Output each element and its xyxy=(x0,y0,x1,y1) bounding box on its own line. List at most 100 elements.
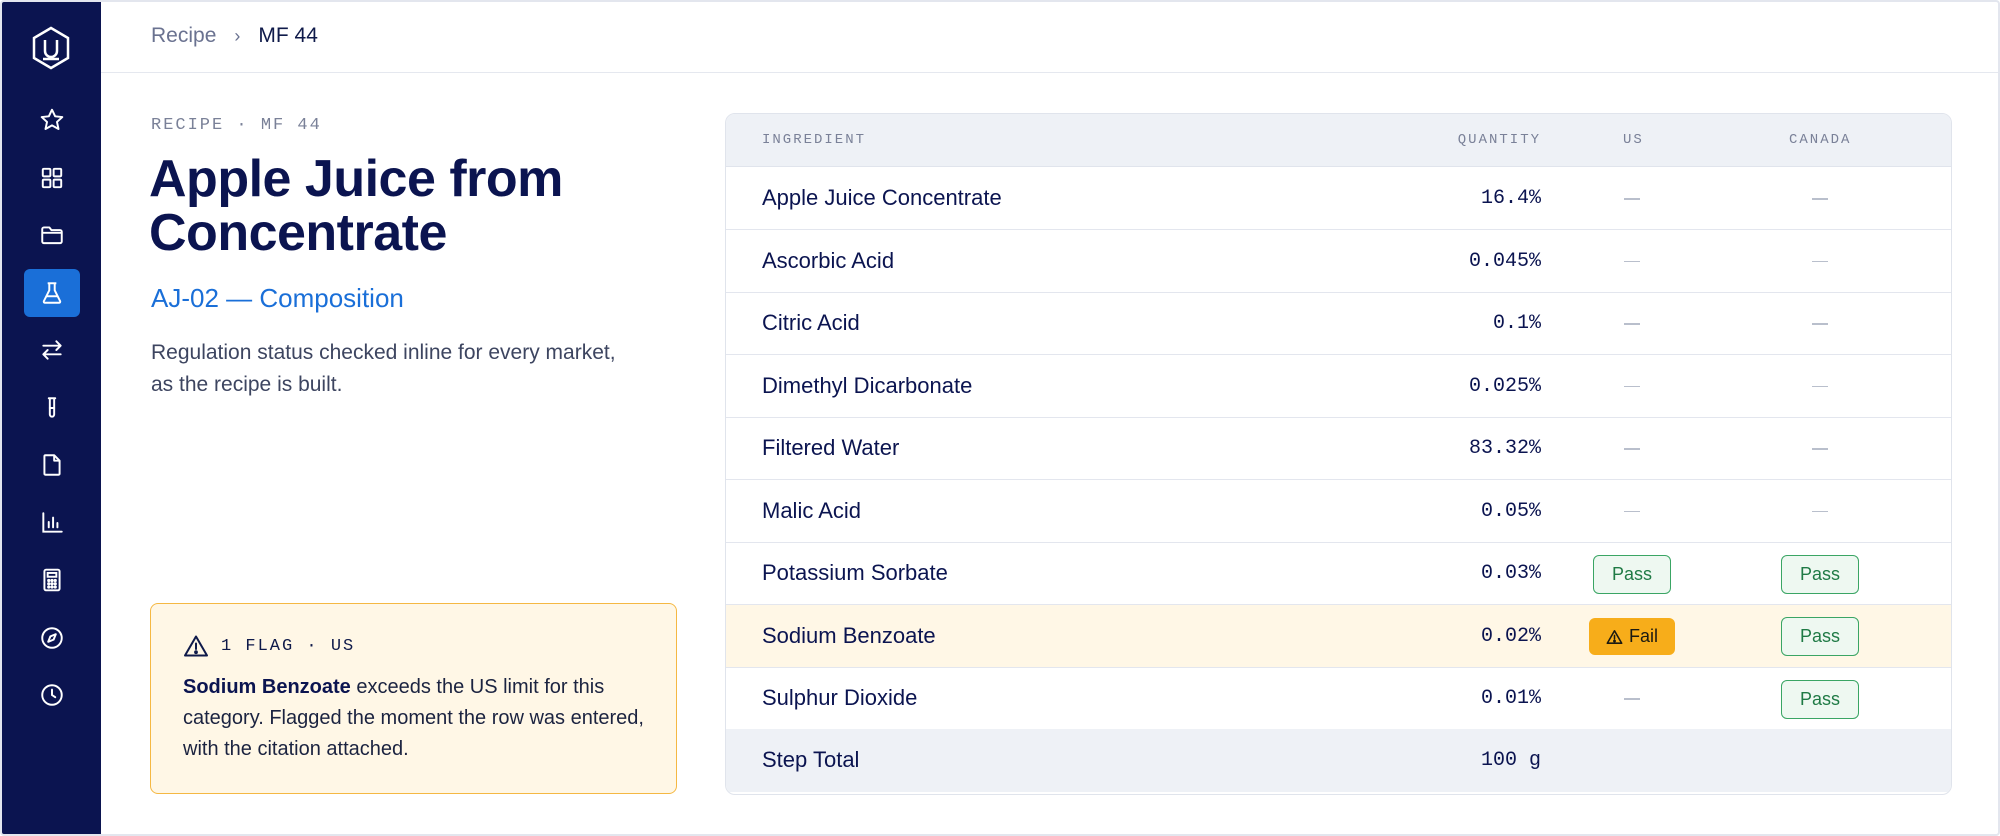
table-row[interactable]: Ascorbic Acid 0.045% xyxy=(726,230,1951,293)
us-status-cell xyxy=(1586,179,1678,219)
us-status-fail-badge[interactable]: Fail xyxy=(1589,618,1675,655)
canada-status-cell: Pass xyxy=(1774,679,1866,719)
us-status-empty-dash xyxy=(1624,323,1640,325)
star-icon xyxy=(40,108,64,130)
table-row[interactable]: Sulphur Dioxide 0.01% Pass xyxy=(726,667,1951,730)
compass-icon xyxy=(41,627,63,649)
transfer-icon xyxy=(42,340,62,360)
canada-status-cell: Pass xyxy=(1774,554,1866,594)
canada-status-empty-dash xyxy=(1812,260,1828,263)
column-header-canada: CANADA xyxy=(1789,132,1852,148)
table-row[interactable]: Filtered Water 83.32% xyxy=(726,417,1951,480)
nav-projects[interactable] xyxy=(24,211,80,259)
page-title: Apple Juice from Concentrate xyxy=(149,150,563,262)
ingredient-name: Sulphur Dioxide xyxy=(762,685,918,710)
flag-ingredient: Sodium Benzoate xyxy=(183,676,351,698)
ingredient-quantity: 0.1% xyxy=(1492,312,1541,335)
logo-icon[interactable] xyxy=(31,26,71,70)
chevron-right-icon: › xyxy=(234,25,241,46)
ingredient-quantity: 0.02% xyxy=(1480,624,1541,648)
us-status-cell xyxy=(1586,242,1678,282)
grid-icon xyxy=(41,167,63,189)
ingredient-name: Ascorbic Acid xyxy=(762,247,895,273)
composition-table: INGREDIENT QUANTITY US CANADA Apple Juic… xyxy=(725,113,1952,795)
canada-status-cell xyxy=(1774,429,1866,469)
canada-status-cell: Pass xyxy=(1774,617,1866,657)
ingredient-name: Apple Juice Concentrate xyxy=(762,185,1002,210)
ingredient-name: Filtered Water xyxy=(762,435,900,460)
nav-recipes[interactable] xyxy=(24,269,80,317)
table-row[interactable]: Sodium Benzoate 0.02% Fail Pass xyxy=(726,604,1951,668)
us-status-pass-badge: Pass xyxy=(1593,554,1671,594)
canada-status-cell xyxy=(1774,367,1866,407)
test-tube-icon xyxy=(47,397,57,418)
nav-calculator[interactable] xyxy=(24,556,80,604)
us-status-cell xyxy=(1586,429,1678,469)
folder-icon xyxy=(41,226,63,245)
flag-header-label: 1 FLAG · US xyxy=(221,636,356,656)
ingredient-quantity: 0.025% xyxy=(1468,374,1541,398)
us-status-cell xyxy=(1586,679,1678,719)
nav-reports[interactable] xyxy=(24,499,80,547)
flask-icon xyxy=(42,282,62,304)
canada-status-empty-dash xyxy=(1812,510,1828,513)
canada-status-pass-badge: Pass xyxy=(1781,617,1859,656)
us-status-empty-dash xyxy=(1624,698,1640,700)
nav-transfers[interactable] xyxy=(24,326,80,374)
us-status-empty-dash xyxy=(1624,385,1640,388)
table-row[interactable]: Potassium Sorbate 0.03% Pass Pass xyxy=(726,542,1951,605)
canada-status-empty-dash xyxy=(1812,198,1828,200)
nav-history[interactable] xyxy=(24,671,80,719)
ingredient-name: Citric Acid xyxy=(762,310,860,335)
table-row[interactable]: Malic Acid 0.05% xyxy=(726,480,1951,543)
warning-icon xyxy=(1606,629,1623,644)
canada-status-cell xyxy=(1774,179,1866,219)
breadcrumb: Recipe › MF 44 xyxy=(151,24,318,48)
ingredient-quantity: 16.4% xyxy=(1480,187,1541,210)
table-row[interactable]: Apple Juice Concentrate 16.4% xyxy=(726,167,1951,230)
app-window: Recipe › MF 44 RECIPE · MF 44 Apple Juic… xyxy=(0,0,2000,836)
us-status-cell xyxy=(1586,304,1678,344)
us-status-cell: Pass xyxy=(1586,554,1678,594)
clock-icon xyxy=(41,684,63,706)
canada-status-cell xyxy=(1774,304,1866,344)
recipe-subtitle: AJ-02 — Composition xyxy=(151,283,404,313)
flag-card: 1 FLAG · US Sodium Benzoate exceeds the … xyxy=(150,603,677,794)
ingredient-name: Malic Acid xyxy=(762,497,862,523)
recipe-description: Regulation status checked inline for eve… xyxy=(151,341,616,396)
table-row[interactable]: Dimethyl Dicarbonate 0.025% xyxy=(726,355,1951,418)
us-status-empty-dash xyxy=(1624,198,1640,200)
breadcrumb-recipe-link[interactable]: Recipe xyxy=(151,24,216,48)
table-header: INGREDIENT QUANTITY US CANADA xyxy=(726,114,1951,167)
calculator-icon xyxy=(43,568,61,592)
nav-testing[interactable] xyxy=(24,384,80,432)
total-quantity: 100 g xyxy=(1480,749,1541,772)
nav-dashboard[interactable] xyxy=(24,154,80,202)
nav-documents[interactable] xyxy=(24,441,80,489)
ingredient-name: Sodium Benzoate xyxy=(762,622,936,648)
canada-status-pass-badge: Pass xyxy=(1781,679,1859,719)
canada-status-pass-badge: Pass xyxy=(1781,554,1859,594)
total-label: Step Total xyxy=(762,747,860,772)
warning-icon xyxy=(184,635,208,657)
chart-icon xyxy=(42,512,63,533)
ingredient-quantity: 0.03% xyxy=(1480,562,1541,585)
us-status-cell: Fail xyxy=(1586,617,1678,657)
table-row[interactable]: Citric Acid 0.1% xyxy=(726,292,1951,355)
sidebar xyxy=(2,2,101,834)
document-icon xyxy=(43,454,61,476)
us-status-empty-dash xyxy=(1624,260,1640,263)
us-status-fail-label: Fail xyxy=(1628,626,1658,646)
flag-message: Sodium Benzoate exceeds the US limit for… xyxy=(183,672,653,765)
canada-status-empty-dash xyxy=(1812,323,1828,325)
ingredient-quantity: 83.32% xyxy=(1468,437,1541,460)
breadcrumb-current: MF 44 xyxy=(258,24,318,47)
us-status-empty-dash xyxy=(1624,510,1640,513)
nav-explore[interactable] xyxy=(24,614,80,662)
us-status-cell xyxy=(1586,492,1678,532)
column-header-ingredient: INGREDIENT xyxy=(762,132,867,148)
nav-favorites[interactable] xyxy=(24,96,80,144)
table-total-row: Step Total 100 g xyxy=(726,729,1951,792)
canada-status-cell xyxy=(1774,492,1866,532)
ingredient-name: Dimethyl Dicarbonate xyxy=(762,372,973,398)
